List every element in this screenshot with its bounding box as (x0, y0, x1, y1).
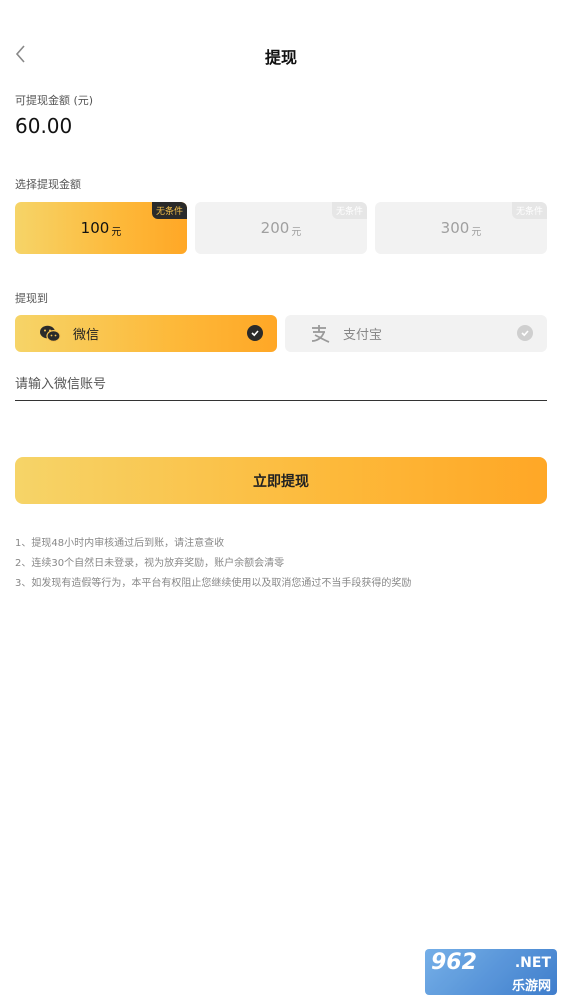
check-icon (247, 325, 263, 341)
amount-option-200[interactable]: 200 元 无条件 (195, 202, 367, 254)
unconditional-badge: 无条件 (511, 202, 547, 219)
unconditional-badge: 无条件 (331, 202, 367, 219)
amount-unit: 元 (471, 226, 482, 238)
amount-value: 200 (260, 219, 290, 237)
method-label: 支付宝 (343, 328, 383, 343)
note-item: 2、连续30个自然日未登录，视为放弃奖励，账户余额会清零 (15, 558, 285, 569)
withdraw-methods: 微信 支付宝 (15, 315, 547, 352)
watermark-brand: 962 (431, 950, 477, 975)
alipay-icon (309, 323, 331, 345)
amount-section-label: 选择提现金额 (15, 178, 81, 191)
amount-unit: 元 (291, 226, 302, 238)
amount-unit: 元 (111, 226, 122, 238)
wechat-icon (39, 323, 61, 345)
notes-list: 1、提现48小时内审核通过后到账，请注意查收 2、连续30个自然日未登录，视为放… (15, 534, 547, 594)
withdraw-submit-button[interactable]: 立即提现 (15, 457, 547, 504)
amount-value: 100 (80, 219, 110, 237)
account-input[interactable] (15, 368, 547, 401)
watermark-domain: .NET (514, 955, 551, 971)
check-icon (517, 325, 533, 341)
balance-label: 可提现金额 (元) (15, 94, 94, 107)
page-title: 提现 (264, 48, 297, 67)
amount-options: 100 元 无条件 200 元 无条件 300 元 无条件 (15, 202, 547, 254)
watermark-name: 乐游网 (511, 979, 551, 994)
method-label: 微信 (73, 328, 100, 343)
method-alipay[interactable]: 支付宝 (285, 315, 547, 352)
balance-value: 60.00 (15, 114, 73, 138)
note-item: 1、提现48小时内审核通过后到账，请注意查收 (15, 538, 225, 549)
note-item: 3、如发现有造假等行为，本平台有权阻止您继续使用以及取消您通过不当手段获得的奖励 (15, 578, 412, 589)
method-wechat[interactable]: 微信 (15, 315, 277, 352)
amount-option-100[interactable]: 100 元 无条件 (15, 202, 187, 254)
unconditional-badge: 无条件 (151, 202, 187, 219)
amount-option-300[interactable]: 300 元 无条件 (375, 202, 547, 254)
site-watermark-logo: 962 .NET 乐游网 (425, 949, 557, 995)
amount-value: 300 (440, 219, 470, 237)
method-section-label: 提现到 (15, 292, 48, 305)
